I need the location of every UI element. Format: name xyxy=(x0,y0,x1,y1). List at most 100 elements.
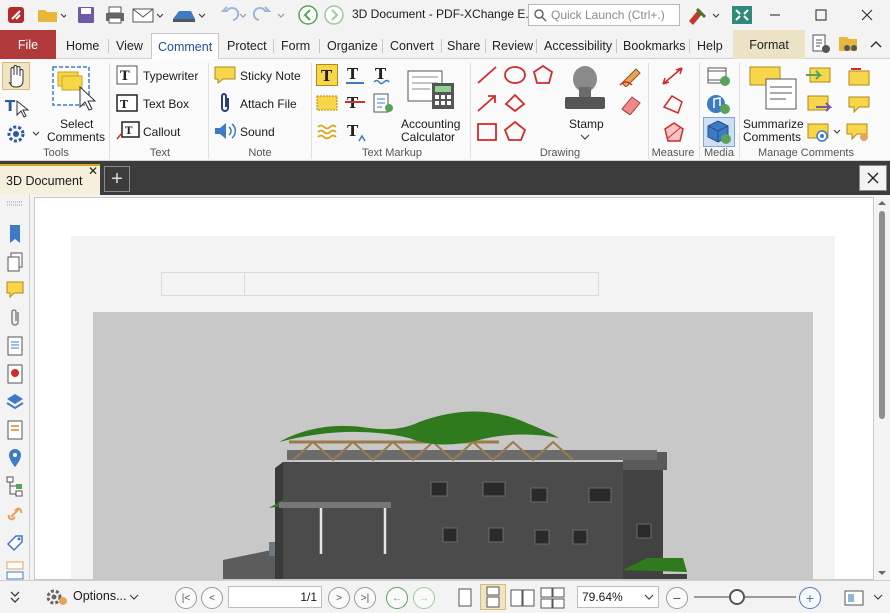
maximize-button[interactable] xyxy=(798,0,844,30)
typewriter-button[interactable]: Typewriter xyxy=(143,69,198,83)
view-mode-button[interactable] xyxy=(842,587,868,609)
snapshot-tool-button[interactable] xyxy=(4,122,42,146)
next-view-button[interactable]: → xyxy=(413,587,435,609)
strikeout-text-button[interactable]: T xyxy=(344,92,368,114)
comment-styles-button[interactable] xyxy=(845,65,871,87)
stamp-button[interactable] xyxy=(562,63,608,115)
pencil-tool-button[interactable] xyxy=(618,65,644,88)
previous-page-button[interactable]: < xyxy=(201,587,223,609)
scan-icon[interactable] xyxy=(170,5,208,25)
select-comments-button[interactable] xyxy=(50,63,102,117)
print-icon[interactable] xyxy=(102,5,128,25)
arrow-tool-button[interactable] xyxy=(476,93,498,113)
comment-settings-button[interactable] xyxy=(845,121,871,143)
pentagon-tool-button[interactable] xyxy=(503,120,527,142)
zoom-level-select[interactable]: 79.64% xyxy=(577,586,659,608)
redo-icon[interactable] xyxy=(252,5,286,25)
tab-share[interactable]: Share xyxy=(441,33,486,59)
customize-tools-icon[interactable] xyxy=(684,5,724,25)
sticky-note-button[interactable]: Sticky Note xyxy=(240,69,301,83)
eraser-tool-button[interactable] xyxy=(618,93,644,116)
attach-file-button[interactable]: Attach File xyxy=(240,97,297,111)
close-tab-icon[interactable]: ✕ xyxy=(88,164,98,178)
zoom-slider-track[interactable] xyxy=(694,596,796,598)
close-document-button[interactable] xyxy=(859,165,887,191)
insert-video-button[interactable] xyxy=(706,65,732,87)
attachments-panel-icon[interactable] xyxy=(5,307,25,329)
next-page-button[interactable]: > xyxy=(328,587,350,609)
import-comments-button[interactable] xyxy=(806,65,832,87)
tab-review[interactable]: Review xyxy=(486,33,539,59)
polygon-tool-button[interactable] xyxy=(531,64,555,86)
bookmarks-panel-icon[interactable] xyxy=(5,223,25,245)
show-comments-button[interactable] xyxy=(806,121,844,143)
vertical-scrollbar[interactable] xyxy=(874,197,890,580)
statusbar-chevron-down-icon[interactable] xyxy=(872,591,884,603)
replace-text-button[interactable] xyxy=(372,92,396,114)
last-page-button[interactable]: >| xyxy=(354,587,376,609)
zoom-slider-thumb[interactable] xyxy=(729,589,745,605)
tab-comment[interactable]: Comment xyxy=(151,33,220,59)
accounting-calculator-button[interactable] xyxy=(404,65,458,113)
facing-view-button[interactable] xyxy=(509,586,537,610)
textbox-button[interactable]: Text Box xyxy=(143,97,189,111)
flatten-comments-button[interactable] xyxy=(845,93,871,115)
document-viewer[interactable] xyxy=(34,197,874,580)
zoom-in-button[interactable]: + xyxy=(799,587,821,609)
continuous-view-button[interactable] xyxy=(480,584,506,610)
comments-panel-icon[interactable] xyxy=(5,279,25,301)
squiggly-text-button[interactable]: T xyxy=(372,64,396,86)
scrollbar-thumb[interactable] xyxy=(879,211,885,419)
page-number-input[interactable]: 1/1 xyxy=(228,586,322,608)
expand-statusbar-icon[interactable] xyxy=(8,587,22,607)
3d-model-annotation[interactable] xyxy=(93,312,813,579)
underline-text-button[interactable]: T xyxy=(344,64,368,86)
tab-help[interactable]: Help xyxy=(691,33,729,59)
distance-tool-button[interactable] xyxy=(660,65,686,87)
highlight-area-button[interactable] xyxy=(316,92,338,114)
close-window-button[interactable] xyxy=(844,0,890,30)
perimeter-tool-button[interactable] xyxy=(660,93,686,115)
save-icon[interactable] xyxy=(74,5,98,25)
layers-panel-icon[interactable] xyxy=(5,391,25,413)
collapse-ribbon-icon[interactable] xyxy=(866,35,886,55)
summarize-comments-button[interactable] xyxy=(746,63,802,115)
insert-audio-button[interactable] xyxy=(706,93,732,115)
email-icon[interactable] xyxy=(130,5,166,25)
previous-view-button[interactable]: ← xyxy=(386,587,408,609)
add-3d-model-button[interactable] xyxy=(703,117,735,147)
document-tab[interactable]: 3D Document xyxy=(0,164,100,195)
document-properties-icon[interactable] xyxy=(808,34,834,54)
structure-panel-icon[interactable] xyxy=(5,475,25,497)
options-dropdown-icon[interactable] xyxy=(128,591,140,603)
callout-button[interactable]: Callout xyxy=(143,125,180,139)
hand-tool-button[interactable] xyxy=(2,62,30,90)
tab-format[interactable]: Format xyxy=(733,30,805,59)
continuous-facing-view-button[interactable] xyxy=(539,586,567,610)
area-tool-button[interactable] xyxy=(660,121,686,143)
destinations-panel-icon[interactable] xyxy=(5,447,25,469)
select-text-tool-button[interactable]: T xyxy=(4,95,30,119)
squiggly-area-button[interactable] xyxy=(316,121,338,143)
model-tree-panel-icon[interactable] xyxy=(5,419,25,441)
fullscreen-icon[interactable] xyxy=(730,5,754,25)
content-panel-icon[interactable] xyxy=(5,335,25,357)
new-tab-button[interactable]: + xyxy=(104,166,130,192)
forward-icon[interactable] xyxy=(322,5,346,25)
single-page-view-button[interactable] xyxy=(453,586,477,610)
sound-button[interactable]: Sound xyxy=(240,125,275,139)
find-binoculars-icon[interactable] xyxy=(836,34,862,54)
panel-grip-icon[interactable] xyxy=(5,197,25,206)
tab-accessibility[interactable]: Accessibility xyxy=(538,33,618,59)
scroll-up-icon[interactable] xyxy=(877,199,887,207)
minimize-button[interactable] xyxy=(752,0,798,30)
stamp-dropdown-icon[interactable] xyxy=(578,131,592,141)
tab-protect[interactable]: Protect xyxy=(221,33,273,59)
oval-tool-button[interactable] xyxy=(503,64,527,86)
insert-text-button[interactable]: T xyxy=(344,121,368,143)
signatures-panel-icon[interactable] xyxy=(5,363,25,385)
undo-icon[interactable] xyxy=(214,5,248,25)
zoom-out-button[interactable]: − xyxy=(666,587,688,609)
tab-view[interactable]: View xyxy=(110,33,149,59)
tab-organize[interactable]: Organize xyxy=(321,33,384,59)
